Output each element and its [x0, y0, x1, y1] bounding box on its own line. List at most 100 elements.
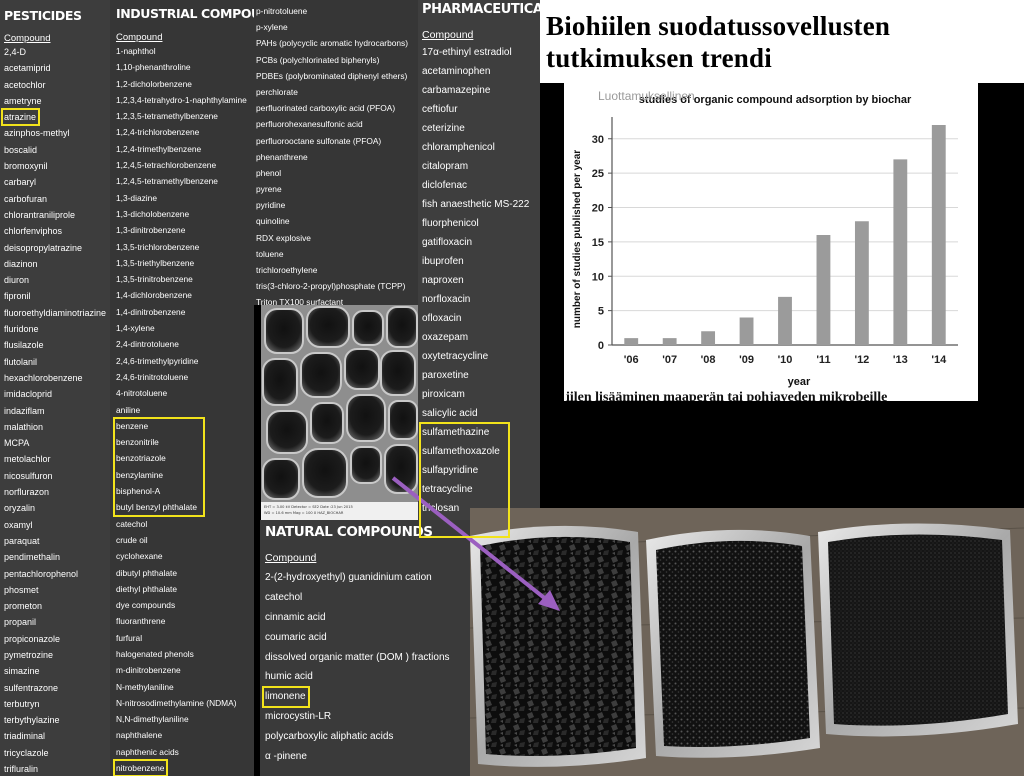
- bar: [662, 338, 677, 345]
- compound-item: humic acid: [265, 671, 313, 683]
- compound-item: RDX explosive: [256, 232, 311, 243]
- compound-item: α -pinene: [265, 751, 307, 763]
- bar: [624, 338, 639, 345]
- compound-item: sulfentrazone: [4, 682, 59, 693]
- compound-item: acetamiprid: [4, 63, 51, 74]
- y-axis-label: number of studies published per year: [572, 150, 583, 328]
- compound-item: furfural: [116, 632, 143, 643]
- pharmaceuticals-panel: PHARMACEUTICALS Compound 17α-ethinyl est…: [418, 0, 540, 560]
- compound-item: dye compounds: [116, 600, 176, 611]
- industrial-list: 1-naphthol 1,10-phenanthroline 1,2-dicholo…: [116, 43, 254, 776]
- compound-item: azinphos-methyl: [4, 128, 70, 139]
- compound-item: 17α-ethinyl estradiol: [422, 47, 512, 58]
- compound-item: carbofuran: [4, 193, 48, 204]
- compound-item: nitrobenzene: [116, 763, 165, 774]
- compound-item: benzonitrile: [116, 437, 159, 448]
- compound-item: paroxetine: [422, 370, 469, 381]
- compound-item: ofloxacin: [422, 313, 462, 324]
- compound-item: fluoranthrene: [116, 616, 166, 627]
- compound-item: oxytetracycline: [422, 351, 489, 362]
- bar: [778, 296, 792, 345]
- compound-item: 1,3-dicholobenzene: [116, 208, 190, 219]
- compound-item: 1,2,3,5-tetramethylbenzene: [116, 111, 218, 122]
- compound-item: catechol: [116, 518, 148, 529]
- compound-item: oryzalin: [4, 503, 36, 514]
- compound-item: N-methylaniline: [116, 681, 174, 692]
- slide-title-box: Biohiilen suodatussovellusten tutkimukse…: [540, 0, 1024, 83]
- natural-heading: NATURAL COMPOUNDS: [265, 524, 433, 540]
- x-tick-label: '12: [854, 354, 869, 366]
- compound-item: butyl benzyl phthalate: [116, 502, 198, 513]
- compound-item: 1,2,4-trichlorobenzene: [116, 127, 200, 138]
- compound-item: tricyclazole: [4, 747, 49, 758]
- compound-item: sulfamethoxazole: [422, 446, 500, 457]
- natural-list: 2-(2-hydroxyethyl) guanidinium cation cat…: [265, 568, 470, 767]
- compound-item: limonene: [265, 691, 306, 703]
- compound-item: 1,3,5-triethylbenzene: [116, 257, 195, 268]
- compound-item: dibutyl phthalate: [116, 567, 177, 578]
- compound-item: nicosulfuron: [4, 470, 53, 481]
- compound-item: gatifloxacin: [422, 237, 473, 248]
- compound-item: atrazine: [4, 112, 37, 123]
- compound-item: flutolanil: [4, 356, 38, 367]
- compound-item: cinnamic acid: [265, 611, 326, 623]
- compound-item: 2-(2-hydroxyethyl) guanidinium cation: [265, 572, 432, 583]
- compound-item: oxamyl: [4, 519, 33, 530]
- industrial-subheading: Compound: [116, 32, 163, 43]
- compound-item: 1,3,5-trichlorobenzene: [116, 241, 200, 252]
- biochar-trays-image: [470, 508, 1024, 776]
- compound-item: 1,3-dinitrobenzene: [116, 225, 186, 236]
- compound-item: phenanthrene: [256, 151, 308, 162]
- compound-item: carbamazepine: [422, 85, 491, 96]
- compound-item: trifluralin: [4, 764, 39, 775]
- compound-item: microcystin-LR: [265, 711, 332, 723]
- bar: [854, 221, 869, 345]
- chart-panel: 0 5 10 15 20 25 30'06'07'08'09'10'11'12'13'14 s…: [564, 83, 978, 401]
- compound-item: pendimethalin: [4, 552, 61, 563]
- y-tick-label: 0: [598, 340, 604, 352]
- compound-item: halogenated phenols: [116, 648, 194, 659]
- micrograph-info-bar: EHT = 3.00 kV Detector = SE2 Date :23 Ju…: [261, 502, 418, 520]
- compound-item: 4-nitrotoluene: [116, 388, 168, 399]
- pharmaceuticals-subheading: Compound: [422, 29, 474, 41]
- x-tick-label: '06: [624, 354, 639, 366]
- x-tick-label: '11: [816, 354, 830, 366]
- compound-item: 1,4-dichlorobenzene: [116, 290, 192, 301]
- industrial-continued-panel: p-nitrotoluene p-xylene PAHs (polycyclic a…: [254, 0, 418, 305]
- compound-item: simazine: [4, 666, 40, 677]
- compound-item: imidacloprid: [4, 389, 53, 400]
- compound-item: naproxen: [422, 275, 464, 286]
- micrograph-image: [261, 305, 418, 502]
- slide-caption: iilen lisääminen maaperän tai pohjaveden…: [566, 390, 888, 401]
- compound-item: diuron: [4, 275, 30, 286]
- compound-item: hexachlorobenzene: [4, 372, 83, 383]
- compound-item: 1,4-xylene: [116, 323, 155, 334]
- y-tick-label: 25: [592, 168, 604, 180]
- compound-item: ceftiofur: [422, 104, 458, 115]
- compound-item: flusilazole: [4, 340, 44, 351]
- compound-item: PAHs (polycyclic aromatic hydrocarbons): [256, 38, 409, 49]
- compound-item: 1,2-dicholorbenzene: [116, 78, 192, 89]
- bar: [816, 235, 831, 345]
- compound-item: phosmet: [4, 584, 39, 595]
- compound-item: 1,2,4,5-tetramethylbenzene: [116, 176, 218, 187]
- compound-item: boscalid: [4, 144, 38, 155]
- bar: [893, 159, 908, 345]
- compound-item: perfluorinated carboxylic acid (PFOA): [256, 103, 396, 114]
- x-tick-label: '07: [662, 354, 677, 366]
- compound-item: PDBEs (polybrominated diphenyl ethers): [256, 70, 408, 81]
- compound-item: N,N-dimethylaniline: [116, 714, 189, 725]
- compound-item: pyrene: [256, 184, 282, 195]
- slide-title-line: Biohiilen suodatussovellusten: [546, 11, 891, 41]
- compound-item: sulfapyridine: [422, 465, 479, 476]
- compound-item: triadiminal: [4, 731, 46, 742]
- compound-item: citalopram: [422, 161, 469, 172]
- compound-item: 1,2,4-trimethylbenzene: [116, 143, 202, 154]
- compound-item: ibuprofen: [422, 256, 464, 267]
- compound-item: toluene: [256, 248, 284, 259]
- pesticides-subheading: Compound: [4, 33, 51, 44]
- compound-item: paraquat: [4, 535, 40, 546]
- compound-item: fluorphenicol: [422, 218, 479, 229]
- compound-item: 1,3-diazine: [116, 192, 157, 203]
- compound-item: ceterizine: [422, 123, 465, 134]
